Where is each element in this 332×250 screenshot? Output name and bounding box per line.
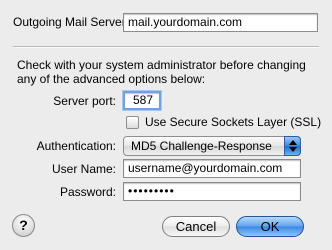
ok-button[interactable]: OK <box>236 216 304 237</box>
ssl-label[interactable]: Use Secure Sockets Layer (SSL) <box>145 115 321 129</box>
advanced-options-description: Check with your system administrator bef… <box>17 58 306 86</box>
authentication-popup[interactable]: MD5 Challenge-Response <box>123 136 301 156</box>
password-field[interactable]: ••••••••• <box>123 182 301 201</box>
server-port-field[interactable]: 587 <box>123 91 161 110</box>
user-name-field[interactable]: username@yourdomain.com <box>123 159 301 178</box>
outgoing-server-label: Outgoing Mail Server: <box>13 15 130 29</box>
popup-arrows-icon <box>284 136 301 156</box>
authentication-label: Authentication: <box>36 139 116 153</box>
divider <box>13 46 319 48</box>
server-port-label: Server port: <box>53 94 116 108</box>
user-name-label: User Name: <box>51 162 116 176</box>
ssl-checkbox[interactable] <box>126 116 139 129</box>
cancel-button[interactable]: Cancel <box>162 216 230 237</box>
authentication-value: MD5 Challenge-Response <box>131 139 272 153</box>
help-button[interactable]: ? <box>12 214 35 237</box>
outgoing-server-field[interactable]: mail.yourdomain.com <box>123 13 318 32</box>
password-label: Password: <box>59 185 116 199</box>
question-mark-icon: ? <box>19 217 28 233</box>
